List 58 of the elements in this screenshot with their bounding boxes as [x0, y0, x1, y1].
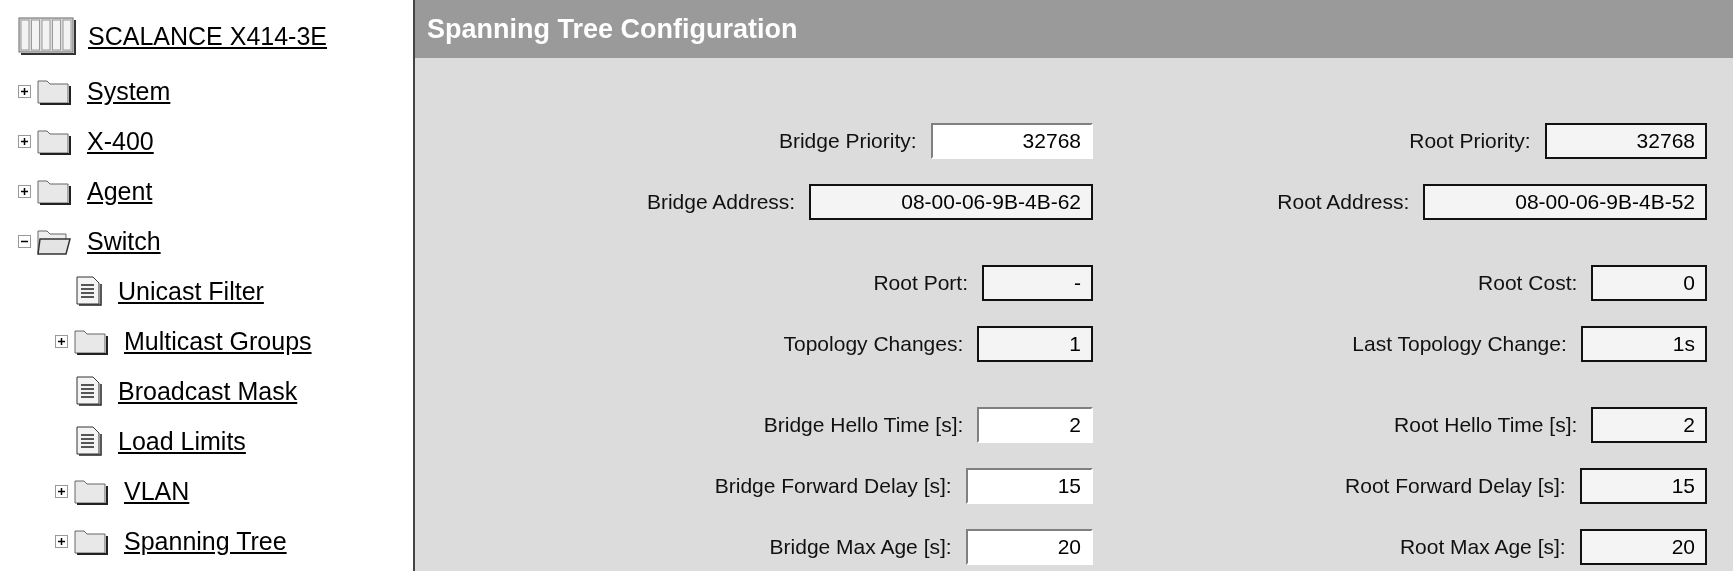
expand-icon[interactable] [18, 184, 31, 198]
input-field[interactable]: 2 [977, 407, 1093, 443]
tree-link[interactable]: System [87, 76, 171, 106]
device-icon [18, 17, 76, 55]
field-label: Root Cost: [1478, 271, 1578, 295]
folder-icon [74, 477, 108, 505]
tree-link[interactable]: VLAN [124, 476, 190, 506]
field-label: Bridge Address: [646, 190, 796, 214]
expand-icon[interactable] [55, 484, 68, 498]
readonly-field: 1s [1580, 326, 1707, 362]
open-folder-icon [37, 227, 71, 255]
field-label: Bridge Priority: [778, 129, 917, 153]
field-label: Bridge Hello Time [s]: [763, 413, 964, 437]
readonly-field: 08-00-06-9B-4B-62 [809, 184, 1093, 220]
expand-icon[interactable] [55, 334, 68, 348]
tree-link[interactable]: Switch [87, 226, 161, 256]
readonly-field: - [982, 265, 1093, 301]
field-label: Bridge Forward Delay [s]: [714, 474, 952, 498]
tree-link[interactable]: Load Limits [118, 426, 246, 456]
input-field[interactable]: 20 [965, 529, 1093, 565]
collapse-icon[interactable] [18, 234, 31, 248]
field-label: Last Topology Change: [1352, 332, 1567, 356]
tree-link[interactable]: Broadcast Mask [118, 376, 298, 406]
field-label: Topology Changes: [783, 332, 964, 356]
folder-icon [37, 77, 71, 105]
folder-icon [37, 177, 71, 205]
field-label: Bridge Max Age [s]: [769, 535, 952, 559]
field-label: Root Max Age [s]: [1399, 535, 1566, 559]
readonly-field: 20 [1579, 529, 1707, 565]
field-label: Root Port: [873, 271, 968, 295]
input-field[interactable]: 15 [965, 468, 1093, 504]
field-label: Root Hello Time [s]: [1394, 413, 1578, 437]
readonly-field: 32768 [1544, 123, 1707, 159]
document-icon [74, 426, 102, 456]
tree-link[interactable]: Agent [87, 176, 153, 206]
readonly-field: 08-00-06-9B-4B-52 [1423, 184, 1707, 220]
tree-link[interactable]: X-400 [87, 126, 154, 156]
panel-title: Spanning Tree Configuration [415, 0, 1733, 58]
field-label: Root Forward Delay [s]: [1345, 474, 1566, 498]
tree-link[interactable]: Unicast Filter [118, 276, 264, 306]
field-label: Root Priority: [1409, 129, 1531, 153]
device-link[interactable]: SCALANCE X414-3E [88, 21, 327, 51]
folder-icon [74, 327, 108, 355]
readonly-field: 2 [1591, 407, 1707, 443]
folder-icon [74, 527, 108, 555]
folder-icon [37, 127, 71, 155]
readonly-field: 0 [1591, 265, 1707, 301]
expand-icon[interactable] [18, 134, 31, 148]
tree-link[interactable]: Spanning Tree [124, 526, 287, 556]
expand-icon[interactable] [18, 84, 31, 98]
document-icon [74, 276, 102, 306]
document-icon [74, 376, 102, 406]
input-field[interactable]: 32768 [930, 123, 1093, 159]
readonly-field: 1 [977, 326, 1093, 362]
field-label: Root Address: [1277, 190, 1410, 214]
expand-icon[interactable] [55, 534, 68, 548]
tree-link[interactable]: Multicast Groups [124, 326, 312, 356]
readonly-field: 15 [1579, 468, 1707, 504]
